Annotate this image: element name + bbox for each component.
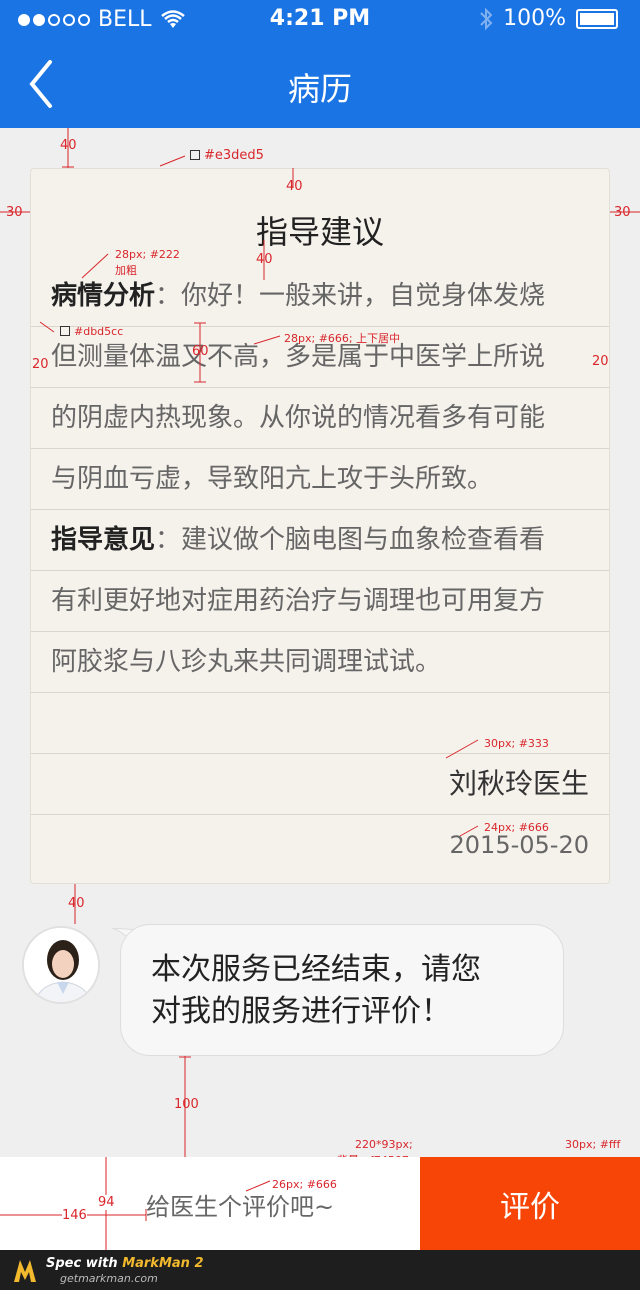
status-right: 100% <box>479 6 618 31</box>
chat-text-line-2: 对我的服务进行评价！ <box>151 994 451 1029</box>
status-bar: BELL 4:21 PM 100% <box>0 0 640 40</box>
bluetooth-icon <box>480 7 493 30</box>
spec-line-top <box>62 128 186 168</box>
markman-footer: Spec with MarkMan 2 getmarkman.com <box>0 1250 640 1290</box>
spec-lines-card <box>0 168 640 837</box>
nav-bar: 病历 <box>0 40 640 128</box>
spec-lines-bottom <box>0 1157 271 1250</box>
chat-text-line-1: 本次服务已经结束，请您 <box>151 952 481 987</box>
battery-percent: 100% <box>503 6 566 31</box>
spec-button-size: 220*93px; <box>355 1138 413 1151</box>
page-title: 病历 <box>287 70 352 108</box>
doctor-avatar[interactable] <box>22 926 100 1004</box>
markman-brand: Spec with MarkMan 2 <box>46 1256 204 1271</box>
spec-card-bottom-gap: 40 <box>68 896 85 911</box>
markman-url: getmarkman.com <box>60 1272 158 1285</box>
battery-icon <box>576 8 618 29</box>
spec-top-gap: 40 <box>60 138 77 153</box>
spec-card-border-color: #e3ded5 <box>190 148 264 163</box>
chat-bubble: 本次服务已经结束，请您 对我的服务进行评价！ <box>120 924 564 1056</box>
spec-bubble-gap: 100 <box>174 1097 199 1112</box>
spec-button-text: 30px; #fff <box>565 1138 621 1151</box>
rate-button[interactable]: 评价 <box>420 1157 640 1250</box>
spec-hint-left: 146 <box>62 1208 87 1223</box>
doctor-avatar-image <box>24 928 98 1002</box>
spec-bar-height: 94 <box>98 1195 115 1210</box>
markman-logo-icon <box>14 1260 36 1282</box>
